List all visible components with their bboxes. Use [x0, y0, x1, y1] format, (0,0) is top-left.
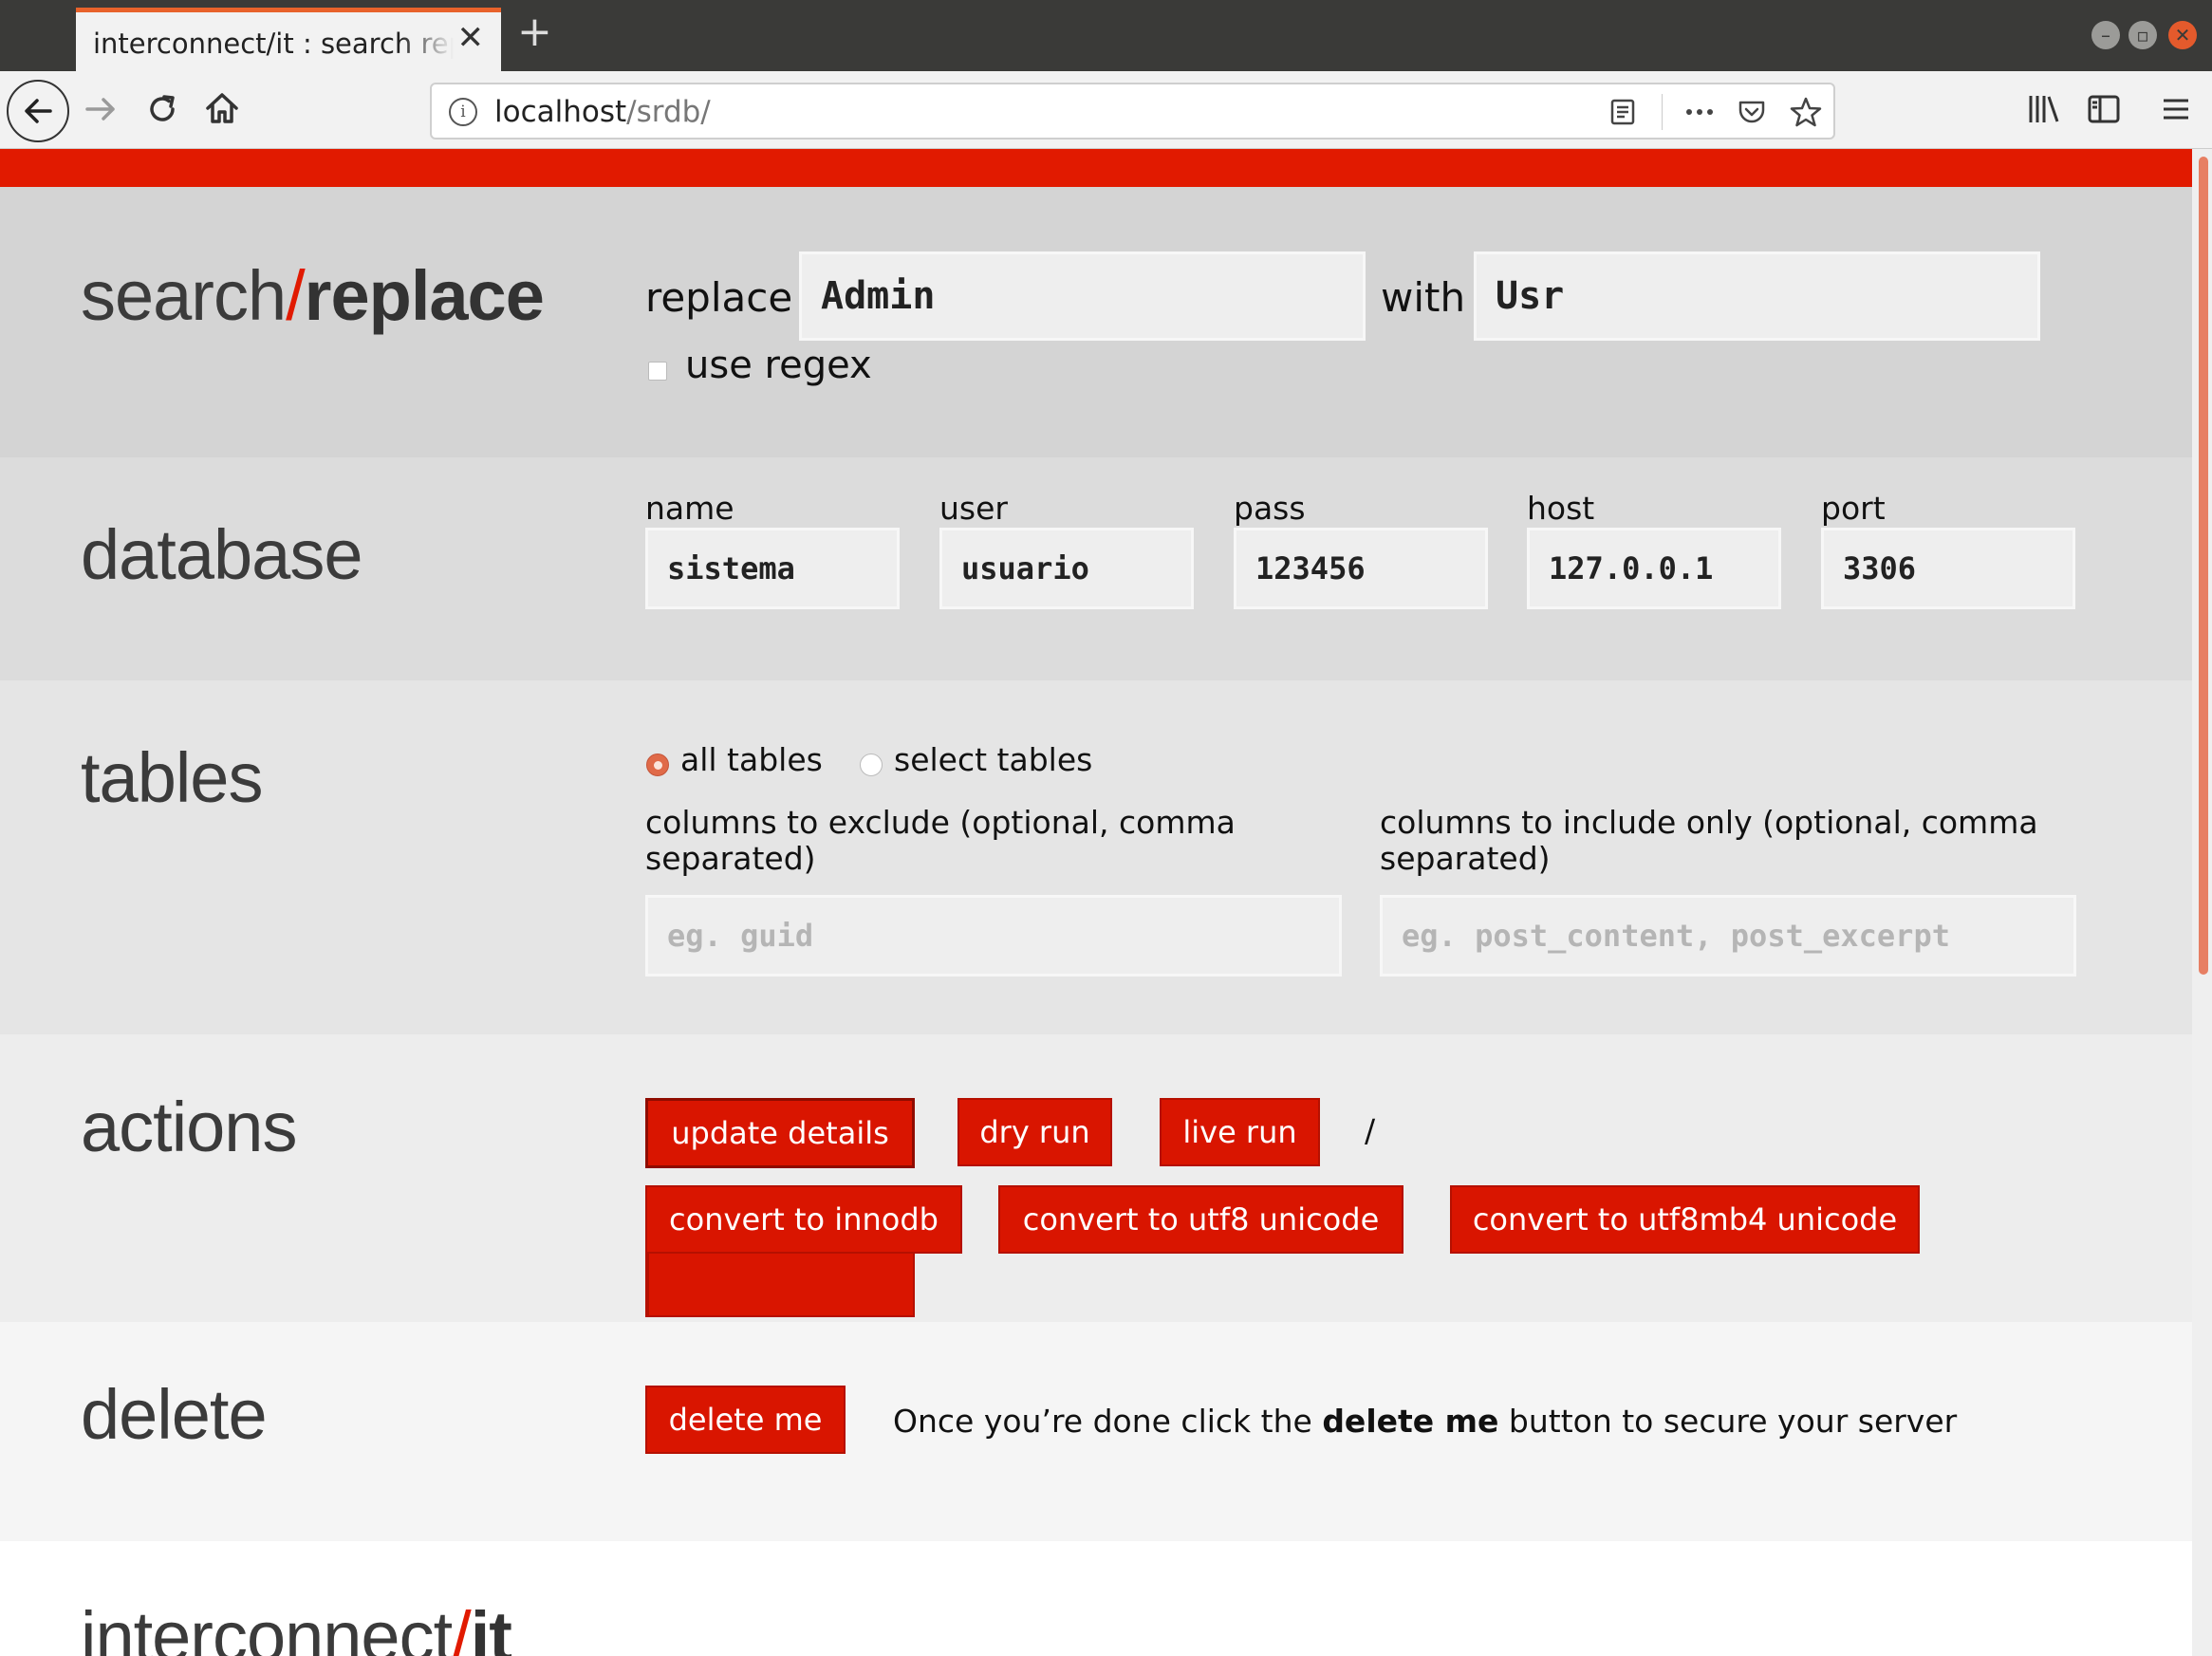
sidebar-icon[interactable]	[2086, 91, 2122, 127]
page-scrollbar[interactable]	[2192, 149, 2212, 1656]
back-arrow-icon	[25, 99, 52, 123]
actions-heading: actions	[81, 1088, 297, 1166]
url-bar-divider	[1662, 94, 1663, 130]
replace-input[interactable]: Admin	[799, 251, 1366, 341]
pocket-icon[interactable]	[1736, 96, 1768, 128]
scrollbar-thumb[interactable]	[2199, 157, 2208, 975]
tab-close-icon[interactable]: ✕	[457, 22, 485, 54]
db-user-label: user	[939, 490, 1008, 527]
with-label: with	[1381, 274, 1466, 321]
delete-message: Once you’re done click the delete me but…	[893, 1403, 1957, 1440]
exclude-columns-label: columns to exclude (optional, comma sepa…	[645, 805, 1236, 877]
delete-section: delete delete me Once you’re done click …	[0, 1322, 2192, 1541]
page-actions-icon[interactable]	[1682, 98, 1717, 126]
delete-message-suffix: button to secure your server	[1498, 1403, 1958, 1440]
tables-heading: tables	[81, 738, 263, 817]
top-accent-bar	[0, 149, 2192, 187]
footer-section: interconnect/it	[0, 1541, 2192, 1656]
footer-logo-text: interconnect	[81, 1597, 453, 1656]
db-name-input[interactable]: sistema	[645, 528, 900, 609]
include-columns-input[interactable]: eg. post_content, post_excerpt	[1380, 895, 2076, 977]
database-heading: database	[81, 515, 362, 594]
select-tables-label: select tables	[894, 741, 1093, 778]
delete-message-prefix: Once you’re done click the	[893, 1403, 1323, 1440]
update-details-button[interactable]: update details	[645, 1098, 915, 1168]
exclude-columns-label-line2: separated)	[645, 840, 816, 877]
db-port-input[interactable]: 3306	[1821, 528, 2075, 609]
browser-navbar: i localhost/srdb/	[0, 71, 2212, 149]
back-button[interactable]	[7, 80, 69, 142]
library-icon[interactable]	[2026, 91, 2062, 127]
reload-icon[interactable]	[143, 90, 181, 128]
convert-innodb-button[interactable]: convert to innodb	[645, 1185, 962, 1254]
convert-utf8-button[interactable]: convert to utf8 unicode	[998, 1185, 1403, 1254]
db-host-label: host	[1527, 490, 1595, 527]
all-tables-label: all tables	[680, 741, 823, 778]
logo-replace-text: replace	[304, 256, 545, 335]
actions-section: actions	[0, 1034, 2192, 1322]
exclude-columns-input[interactable]: eg. guid	[645, 895, 1342, 977]
db-pass-input[interactable]: 123456	[1234, 528, 1488, 609]
tab-title: interconnect/it : search replace	[93, 28, 454, 60]
browser-tab[interactable]: interconnect/it : search replace ✕	[76, 8, 501, 71]
convert-utf8mb4-button[interactable]: convert to utf8mb4 unicode	[1450, 1185, 1920, 1254]
use-regex-checkbox[interactable]	[648, 362, 667, 381]
db-port-label: port	[1821, 490, 1886, 527]
site-info-icon[interactable]: i	[449, 98, 477, 126]
include-columns-label-line1: columns to include only (optional, comma	[1380, 804, 2038, 841]
url-bar[interactable]: i localhost/srdb/	[430, 83, 1835, 140]
all-tables-radio[interactable]	[646, 754, 669, 776]
forward-arrow-icon[interactable]	[82, 90, 120, 128]
tables-section: tables all tables select tables columns …	[0, 680, 2192, 1034]
footer-logo-it: it	[470, 1597, 512, 1656]
new-tab-icon[interactable]: +	[517, 11, 552, 53]
browser-titlebar: interconnect/it : search replace ✕ + – ▫…	[0, 0, 2212, 71]
footer-logo: interconnect/it	[81, 1596, 512, 1656]
dry-run-button[interactable]: dry run	[957, 1098, 1112, 1166]
window-minimize-icon[interactable]: –	[2091, 21, 2120, 49]
bookmark-star-icon[interactable]	[1789, 95, 1823, 129]
url-host: localhost	[494, 95, 627, 129]
include-columns-label-line2: separated)	[1380, 840, 1551, 877]
logo-slash: /	[286, 256, 306, 335]
url-path: /srdb/	[626, 95, 711, 129]
footer-logo-slash: /	[452, 1597, 472, 1656]
exclude-columns-label-line1: columns to exclude (optional, comma	[645, 804, 1236, 841]
delete-heading: delete	[81, 1375, 268, 1454]
reader-view-icon[interactable]	[1608, 98, 1637, 126]
use-regex-label: use regex	[685, 344, 872, 387]
db-pass-label: pass	[1234, 490, 1306, 527]
window-maximize-icon[interactable]: ▫	[2128, 21, 2157, 49]
logo-search-text: search	[81, 256, 287, 335]
url-text[interactable]: localhost/srdb/	[494, 95, 711, 129]
search-replace-section: search/replace replace Admin with Usr us…	[0, 187, 2192, 457]
delete-me-button[interactable]: delete me	[645, 1386, 846, 1454]
menu-hamburger-icon[interactable]	[2158, 91, 2194, 127]
db-host-input[interactable]: 127.0.0.1	[1527, 528, 1781, 609]
db-user-input[interactable]: usuario	[939, 528, 1194, 609]
with-input[interactable]: Usr	[1474, 251, 2040, 341]
replace-label: replace	[645, 274, 793, 321]
select-tables-radio[interactable]	[860, 754, 883, 776]
db-name-label: name	[645, 490, 734, 527]
window-close-icon[interactable]: ✕	[2168, 21, 2197, 49]
include-columns-label: columns to include only (optional, comma…	[1380, 805, 2038, 877]
home-icon[interactable]	[203, 89, 241, 127]
delete-message-bold: delete me	[1322, 1403, 1499, 1440]
page-content: search/replace replace Admin with Usr us…	[0, 149, 2192, 1656]
page-logo: search/replace	[81, 255, 545, 336]
database-section: database name sistema user usuario pass …	[0, 457, 2192, 680]
live-run-button[interactable]: live run	[1160, 1098, 1320, 1166]
actions-separator: /	[1365, 1112, 1376, 1149]
